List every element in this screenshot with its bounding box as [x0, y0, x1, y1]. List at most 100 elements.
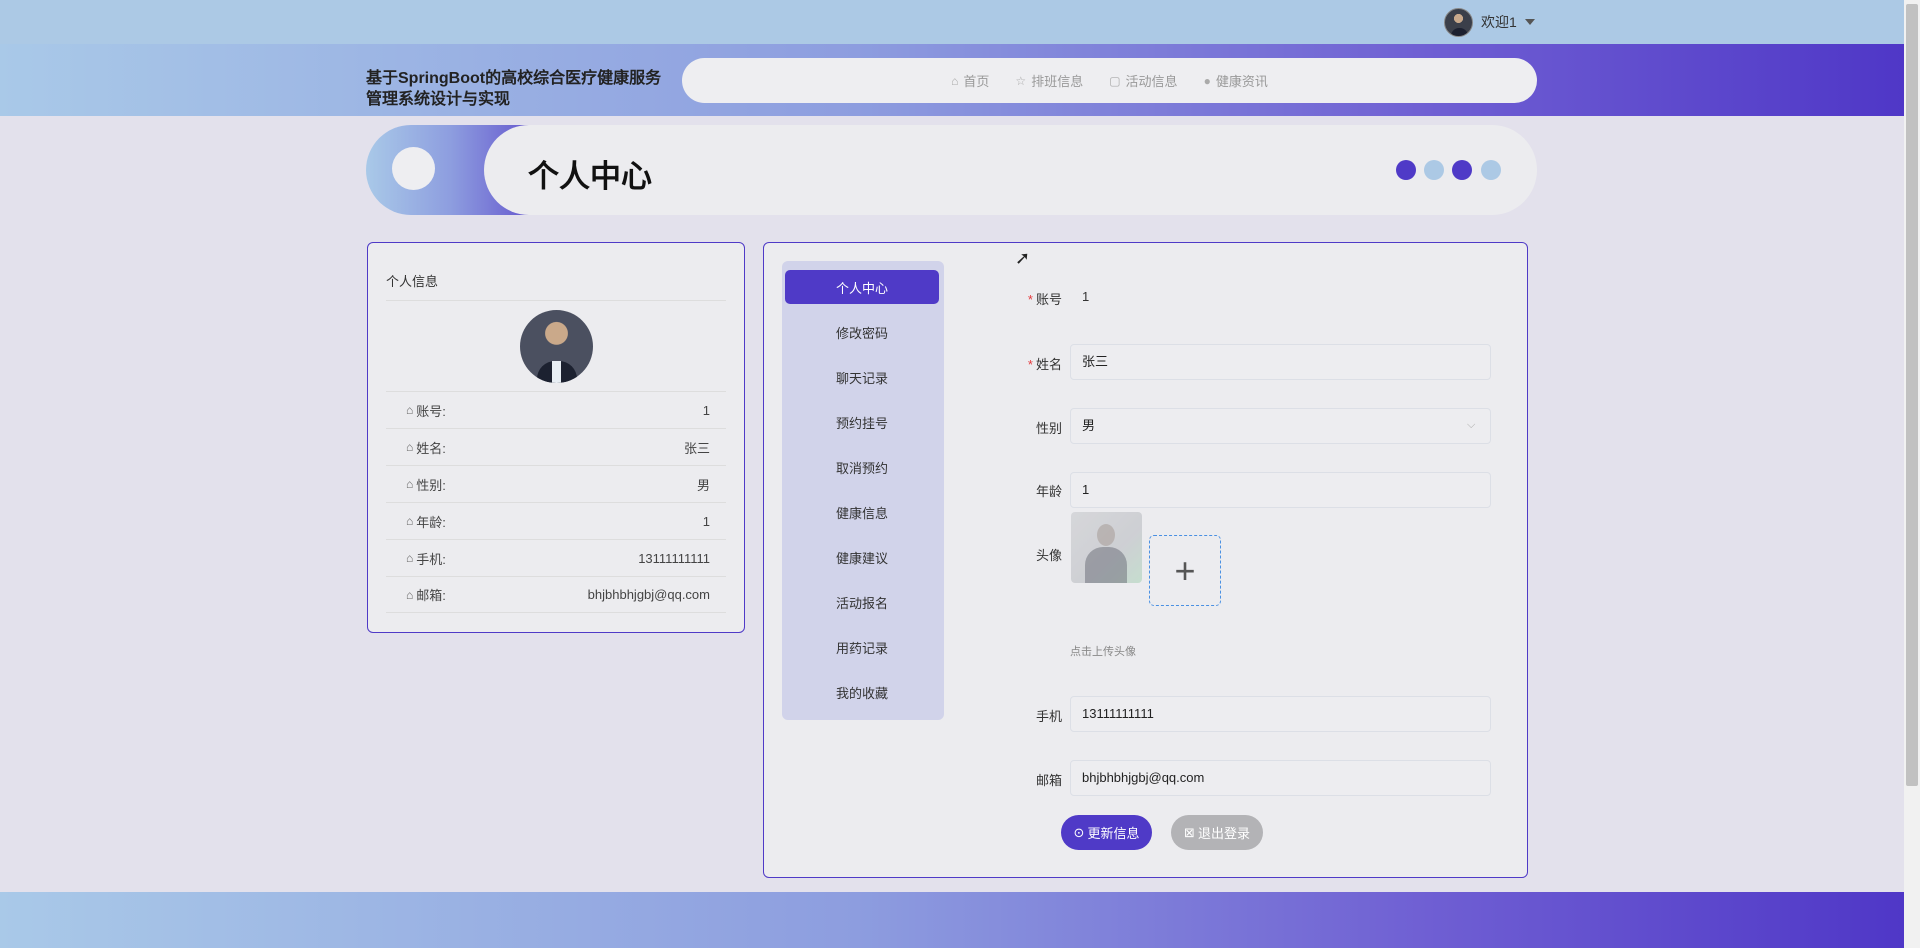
top-bar	[0, 0, 1904, 44]
info-label-text: 邮箱:	[416, 588, 446, 603]
nav-item-home[interactable]: ⌂ 首页	[951, 71, 989, 90]
info-label: ⌂ 性别:	[406, 475, 446, 494]
age-field[interactable]: 1	[1070, 472, 1491, 508]
avatar-label: 头像	[1035, 548, 1062, 563]
required-mark: *	[1027, 292, 1033, 307]
required-mark: *	[1027, 357, 1033, 372]
info-value: 张三	[683, 440, 710, 456]
logout-button[interactable]: ⊠ 退出登录	[1171, 815, 1263, 850]
nav-label: 活动信息	[1125, 74, 1178, 89]
info-value: 男	[696, 477, 710, 493]
info-label-text: 手机:	[416, 551, 446, 567]
info-label: ⌂ 姓名:	[406, 438, 446, 457]
side-item-health-info[interactable]: 健康信息	[785, 495, 939, 529]
home-icon: ⌂	[406, 551, 414, 565]
nav-item-health-news[interactable]: ● 健康资讯	[1204, 71, 1268, 90]
nav-label: 首页	[963, 74, 990, 89]
banner-dot	[1396, 160, 1416, 180]
gender-select[interactable]: 男	[1070, 408, 1491, 444]
plus-icon: +	[1174, 549, 1196, 591]
phone-field[interactable]: 13111111111	[1070, 696, 1491, 732]
main-nav: ⌂ 首页 ☆ 排班信息 ▢ 活动信息 ● 健康资讯	[682, 58, 1537, 103]
account-value: 1	[1082, 289, 1090, 304]
caret-down-icon[interactable]	[1524, 19, 1535, 25]
nav-item-schedule[interactable]: ☆ 排班信息	[1015, 71, 1083, 90]
user-menu[interactable]: 欢迎1	[1444, 7, 1535, 37]
info-label-text: 性别:	[416, 477, 446, 493]
site-title: 基于SpringBoot的高校综合医疗健康服务管理系统设计与实现	[366, 70, 662, 108]
side-item-chat-history[interactable]: 聊天记录	[785, 360, 939, 394]
side-item-health-advice[interactable]: 健康建议	[785, 540, 939, 574]
banner-dot	[1424, 160, 1444, 180]
info-label: ⌂ 邮箱:	[406, 585, 446, 604]
update-info-button[interactable]: ⊙ 更新信息	[1061, 815, 1152, 850]
info-card-title: 个人信息	[386, 274, 439, 289]
info-label-text: 年龄:	[416, 514, 446, 530]
close-square-icon: ⊠	[1184, 824, 1195, 840]
gender-label: 性别	[1035, 421, 1062, 436]
welcome-text[interactable]: 欢迎1	[1481, 12, 1517, 32]
banner-dot	[1452, 160, 1472, 180]
account-label: * 账号	[982, 289, 1062, 308]
email-field[interactable]: bhjbhbhjgbj@qq.com	[1070, 760, 1491, 796]
home-icon: ⌂	[406, 403, 414, 417]
name-label-text: 姓名	[1035, 357, 1062, 372]
update-button-label: 更新信息	[1087, 826, 1140, 841]
home-icon: ⌂	[406, 440, 414, 454]
info-label: ⌂ 账号:	[406, 401, 446, 420]
home-icon: ⌂	[951, 73, 959, 88]
personal-info-card: 个人信息 ⌂ 账号: 1 ⌂ 姓名: 张三 ⌂ 性别: 男 ⌂ 年龄: 1 ⌂ 手机: 1…	[367, 242, 745, 633]
home-icon: ⌂	[406, 587, 414, 602]
logout-button-label: 退出登录	[1197, 826, 1250, 841]
info-label-text: 姓名:	[416, 440, 446, 456]
nav-label: 健康资讯	[1215, 74, 1268, 89]
banner-circle	[392, 147, 435, 190]
side-item-activity-signup[interactable]: 活动报名	[785, 585, 939, 619]
info-label: ⌂ 手机:	[406, 549, 446, 568]
home-icon: ⌂	[406, 477, 414, 491]
info-label: ⌂ 年龄:	[406, 512, 446, 531]
page-title: 个人中心	[528, 159, 652, 194]
info-row-account: ⌂ 账号: 1	[386, 391, 726, 428]
footer-band	[0, 892, 1904, 948]
info-row-email: ⌂ 邮箱: bhjbhbhjgbj@qq.com	[386, 576, 726, 613]
side-item-cancel-appointment[interactable]: 取消预约	[785, 450, 939, 484]
info-row-name: ⌂ 姓名: 张三	[386, 428, 726, 465]
side-item-appointment[interactable]: 预约挂号	[785, 405, 939, 439]
info-value: 1	[702, 402, 710, 418]
mouse-cursor-icon: ➚	[1015, 248, 1031, 268]
info-row-phone: ⌂ 手机: 13111111111	[386, 539, 726, 576]
chevron-down-icon[interactable]: ⌵	[1467, 419, 1475, 432]
check-circle-icon: ⊙	[1073, 824, 1085, 840]
side-item-personal-center[interactable]: 个人中心	[785, 270, 939, 304]
home-icon: ⌂	[406, 514, 414, 528]
name-field[interactable]: 张三	[1070, 344, 1491, 380]
info-label-text: 账号:	[416, 403, 446, 419]
avatar-preview[interactable]	[1071, 512, 1142, 583]
info-value: 1	[702, 513, 710, 529]
preview-head	[1097, 524, 1115, 546]
nav-item-activity[interactable]: ▢ 活动信息	[1109, 71, 1177, 90]
age-label: 年龄	[1035, 484, 1062, 499]
lock-icon: ▢	[1109, 73, 1121, 88]
nav-label: 排班信息	[1031, 74, 1084, 89]
banner-dot	[1481, 160, 1501, 180]
info-value: bhjbhbhjgbj@qq.com	[587, 587, 710, 602]
info-row-gender: ⌂ 性别: 男	[386, 465, 726, 502]
side-item-favorites[interactable]: 我的收藏	[785, 675, 939, 709]
info-icon: ●	[1203, 73, 1211, 88]
avatar-upload-button[interactable]: +	[1149, 535, 1221, 606]
info-value: 13111111111	[638, 550, 710, 566]
side-item-change-password[interactable]: 修改密码	[785, 315, 939, 349]
scrollbar-thumb[interactable]	[1906, 4, 1918, 786]
avatar	[520, 310, 593, 383]
divider	[386, 300, 726, 301]
user-avatar[interactable]	[1444, 7, 1473, 37]
upload-hint: 点击上传头像	[1070, 646, 1136, 658]
preview-body	[1085, 547, 1127, 583]
side-item-medication-record[interactable]: 用药记录	[785, 630, 939, 664]
info-row-age: ⌂ 年龄: 1	[386, 502, 726, 539]
phone-label: 手机	[1035, 709, 1062, 724]
avatar-shirt	[552, 361, 561, 383]
star-icon: ☆	[1015, 73, 1027, 88]
